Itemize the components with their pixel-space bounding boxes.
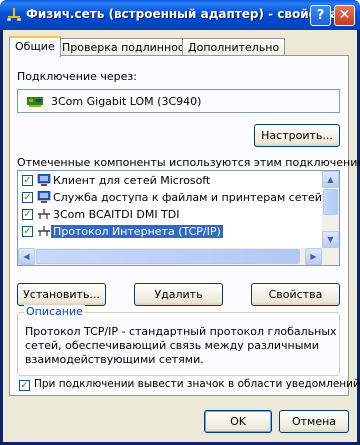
horizontal-scrollbar[interactable]: ◀ ▶ bbox=[18, 248, 339, 265]
network-protocol-icon bbox=[38, 209, 50, 219]
scroll-right-arrow-icon[interactable]: ▶ bbox=[305, 248, 322, 265]
cancel-button-label: Отмена bbox=[291, 415, 337, 428]
vertical-scroll-thumb[interactable] bbox=[323, 189, 338, 215]
list-item[interactable]: ✓ Служба доступа к файлам и принтерам се… bbox=[19, 190, 339, 206]
properties-window: Физич.сеть (встроенный адаптер) - свойст… bbox=[0, 0, 360, 445]
properties-button[interactable]: Свойства bbox=[251, 283, 340, 306]
configure-button[interactable]: Настроить... bbox=[254, 124, 340, 147]
ok-button[interactable]: OK bbox=[204, 410, 272, 433]
scroll-left-arrow-icon[interactable]: ◀ bbox=[18, 248, 35, 265]
notify-checkbox[interactable]: ✓ bbox=[19, 380, 30, 391]
description-line-1: Протокол TCP/IP - стандартный протокол г… bbox=[25, 325, 337, 338]
tab-general[interactable]: Общие bbox=[9, 36, 61, 57]
components-list[interactable]: ✓ Клиент для сетей Microsoft ✓ Служба до… bbox=[17, 170, 340, 266]
adapter-field: 3Com Gigabit LOM (3C940) bbox=[17, 89, 340, 113]
install-button-label: Установить... bbox=[23, 288, 100, 301]
component-checkbox[interactable]: ✓ bbox=[22, 175, 33, 186]
component-label: Служба доступа к файлам и принтерам сете… bbox=[53, 191, 340, 204]
description-title: Описание bbox=[24, 305, 85, 318]
ok-button-label: OK bbox=[230, 415, 246, 428]
component-checkbox[interactable]: ✓ bbox=[22, 226, 33, 237]
adapter-name: 3Com Gigabit LOM (3C940) bbox=[51, 95, 202, 108]
notify-label[interactable]: При подключении вывести значок в области… bbox=[34, 378, 360, 390]
file-printer-sharing-icon bbox=[37, 191, 51, 203]
list-item[interactable]: ✓ 3Com BCAITDI DMI TDI bbox=[19, 207, 319, 223]
network-connection-icon bbox=[6, 8, 22, 22]
list-item[interactable]: ✓ Протокол Интернета (TCP/IP) bbox=[19, 224, 319, 240]
tab-advanced[interactable]: Дополнительно bbox=[182, 38, 286, 56]
component-checkbox[interactable]: ✓ bbox=[22, 192, 33, 203]
horizontal-scroll-thumb[interactable] bbox=[36, 249, 300, 264]
component-checkbox[interactable]: ✓ bbox=[22, 209, 33, 220]
general-tab-panel: Подключение через: 3Com Gigabit LOM (3C9… bbox=[9, 55, 360, 396]
network-client-icon bbox=[37, 174, 51, 186]
description-line-2: сетей, обеспечивающий связь между различ… bbox=[25, 339, 319, 352]
component-label: Клиент для сетей Microsoft bbox=[53, 174, 211, 187]
network-protocol-icon bbox=[38, 226, 50, 236]
title-bar[interactable]: Физич.сеть (встроенный адаптер) - свойст… bbox=[0, 0, 360, 30]
properties-button-label: Свойства bbox=[268, 288, 323, 301]
connect-using-label: Подключение через: bbox=[17, 70, 137, 83]
component-label: Протокол Интернета (TCP/IP) bbox=[51, 225, 223, 238]
scroll-up-arrow-icon[interactable]: ▲ bbox=[322, 171, 339, 188]
description-line-3: взаимодействующими сетями. bbox=[25, 353, 204, 366]
list-item[interactable]: ✓ Клиент для сетей Microsoft bbox=[19, 173, 319, 189]
remove-button-label: Удалить bbox=[154, 288, 203, 301]
scroll-down-arrow-icon[interactable]: ▼ bbox=[322, 231, 339, 248]
remove-button[interactable]: Удалить bbox=[134, 283, 223, 306]
install-button[interactable]: Установить... bbox=[17, 283, 106, 306]
configure-button-label: Настроить... bbox=[261, 129, 333, 142]
vertical-scrollbar[interactable]: ▲ ▼ bbox=[322, 171, 339, 248]
network-adapter-icon bbox=[27, 97, 43, 107]
components-label: Отмеченные компоненты используются этим … bbox=[17, 156, 360, 169]
cancel-button[interactable]: Отмена bbox=[279, 410, 349, 433]
description-group: Описание Протокол TCP/IP - стандартный п… bbox=[17, 305, 340, 376]
component-label: 3Com BCAITDI DMI TDI bbox=[53, 208, 180, 221]
help-button[interactable]: ? bbox=[310, 5, 331, 26]
dialog-body: Общие Проверка подлинности Дополнительно… bbox=[3, 30, 360, 442]
close-button[interactable]: ✕ bbox=[334, 5, 355, 26]
window-title: Физич.сеть (встроенный адаптер) - свойст… bbox=[26, 7, 339, 21]
